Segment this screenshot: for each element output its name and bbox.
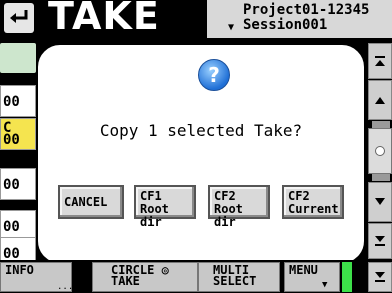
project-name: Project01-12345: [243, 2, 370, 18]
more-dots: ...: [57, 282, 74, 292]
scroll-up-button[interactable]: [368, 80, 392, 120]
circle-take-button[interactable]: CIRCLE ◎ TAKE: [92, 262, 198, 292]
back-button[interactable]: [4, 3, 34, 33]
multi-select-button[interactable]: MULTI SELECT: [198, 262, 280, 292]
take-row-selected[interactable]: C 00: [0, 118, 36, 150]
cf1-root-dir-button[interactable]: CF1 Root dir: [134, 185, 196, 229]
cf1-line2: Root dir: [140, 202, 169, 229]
page-title: TAKE: [48, 0, 160, 38]
scroll-top-button[interactable]: [368, 43, 392, 79]
menu-label: MENU: [289, 263, 318, 277]
scroll-down-icon: [375, 198, 385, 205]
cf2-current-button[interactable]: CF2 Current: [282, 185, 344, 219]
menu-dropdown-icon: ▼: [322, 280, 328, 290]
dropdown-triangle-icon: ▼: [228, 22, 235, 33]
page-bottom-button[interactable]: [368, 262, 392, 292]
menu-button[interactable]: MENU: [284, 262, 340, 292]
scroll-down-button[interactable]: [368, 182, 392, 222]
cancel-button[interactable]: CANCEL: [58, 185, 124, 219]
copy-confirm-dialog: ? Copy 1 selected Take? CANCEL CF1 Root …: [36, 43, 366, 265]
circle-take-line2: TAKE: [111, 274, 140, 288]
scroll-to-top-icon: [375, 56, 385, 66]
info-label: INFO: [5, 263, 34, 277]
dialog-message: Copy 1 selected Take?: [99, 121, 303, 140]
take-row[interactable]: 00: [0, 168, 36, 200]
circle-icon: ◎: [161, 263, 169, 277]
scroll-thumb-dot: [375, 146, 385, 156]
cf2-line2: Root dir: [214, 202, 243, 229]
return-arrow-icon: [10, 10, 28, 23]
scroll-to-bottom-icon: [375, 272, 385, 282]
take-row[interactable]: 00: [0, 85, 36, 117]
cf2-current-line1: CF2: [288, 189, 310, 203]
folder-icon[interactable]: [0, 43, 36, 73]
cancel-button-label: CANCEL: [64, 195, 108, 209]
cf2-current-line2: Current: [288, 202, 339, 216]
session-name: Session001: [243, 17, 328, 33]
cf2-line1: CF2: [214, 189, 236, 203]
cf1-line1: CF1: [140, 189, 162, 203]
status-indicator: [342, 262, 352, 292]
take-screen: TAKE Project01-12345 ▼ Session001 00 C 0…: [0, 0, 392, 293]
scroll-to-bottom-icon: [375, 236, 385, 246]
cf2-root-dir-button[interactable]: CF2 Root dir: [208, 185, 270, 229]
scroll-bottom-button[interactable]: [368, 223, 392, 259]
multi-select-line2: SELECT: [213, 274, 257, 288]
scroll-up-icon: [375, 97, 385, 104]
scroll-thumb[interactable]: [368, 128, 392, 174]
take-row-number: 00: [3, 132, 20, 148]
question-icon: ?: [198, 59, 230, 91]
